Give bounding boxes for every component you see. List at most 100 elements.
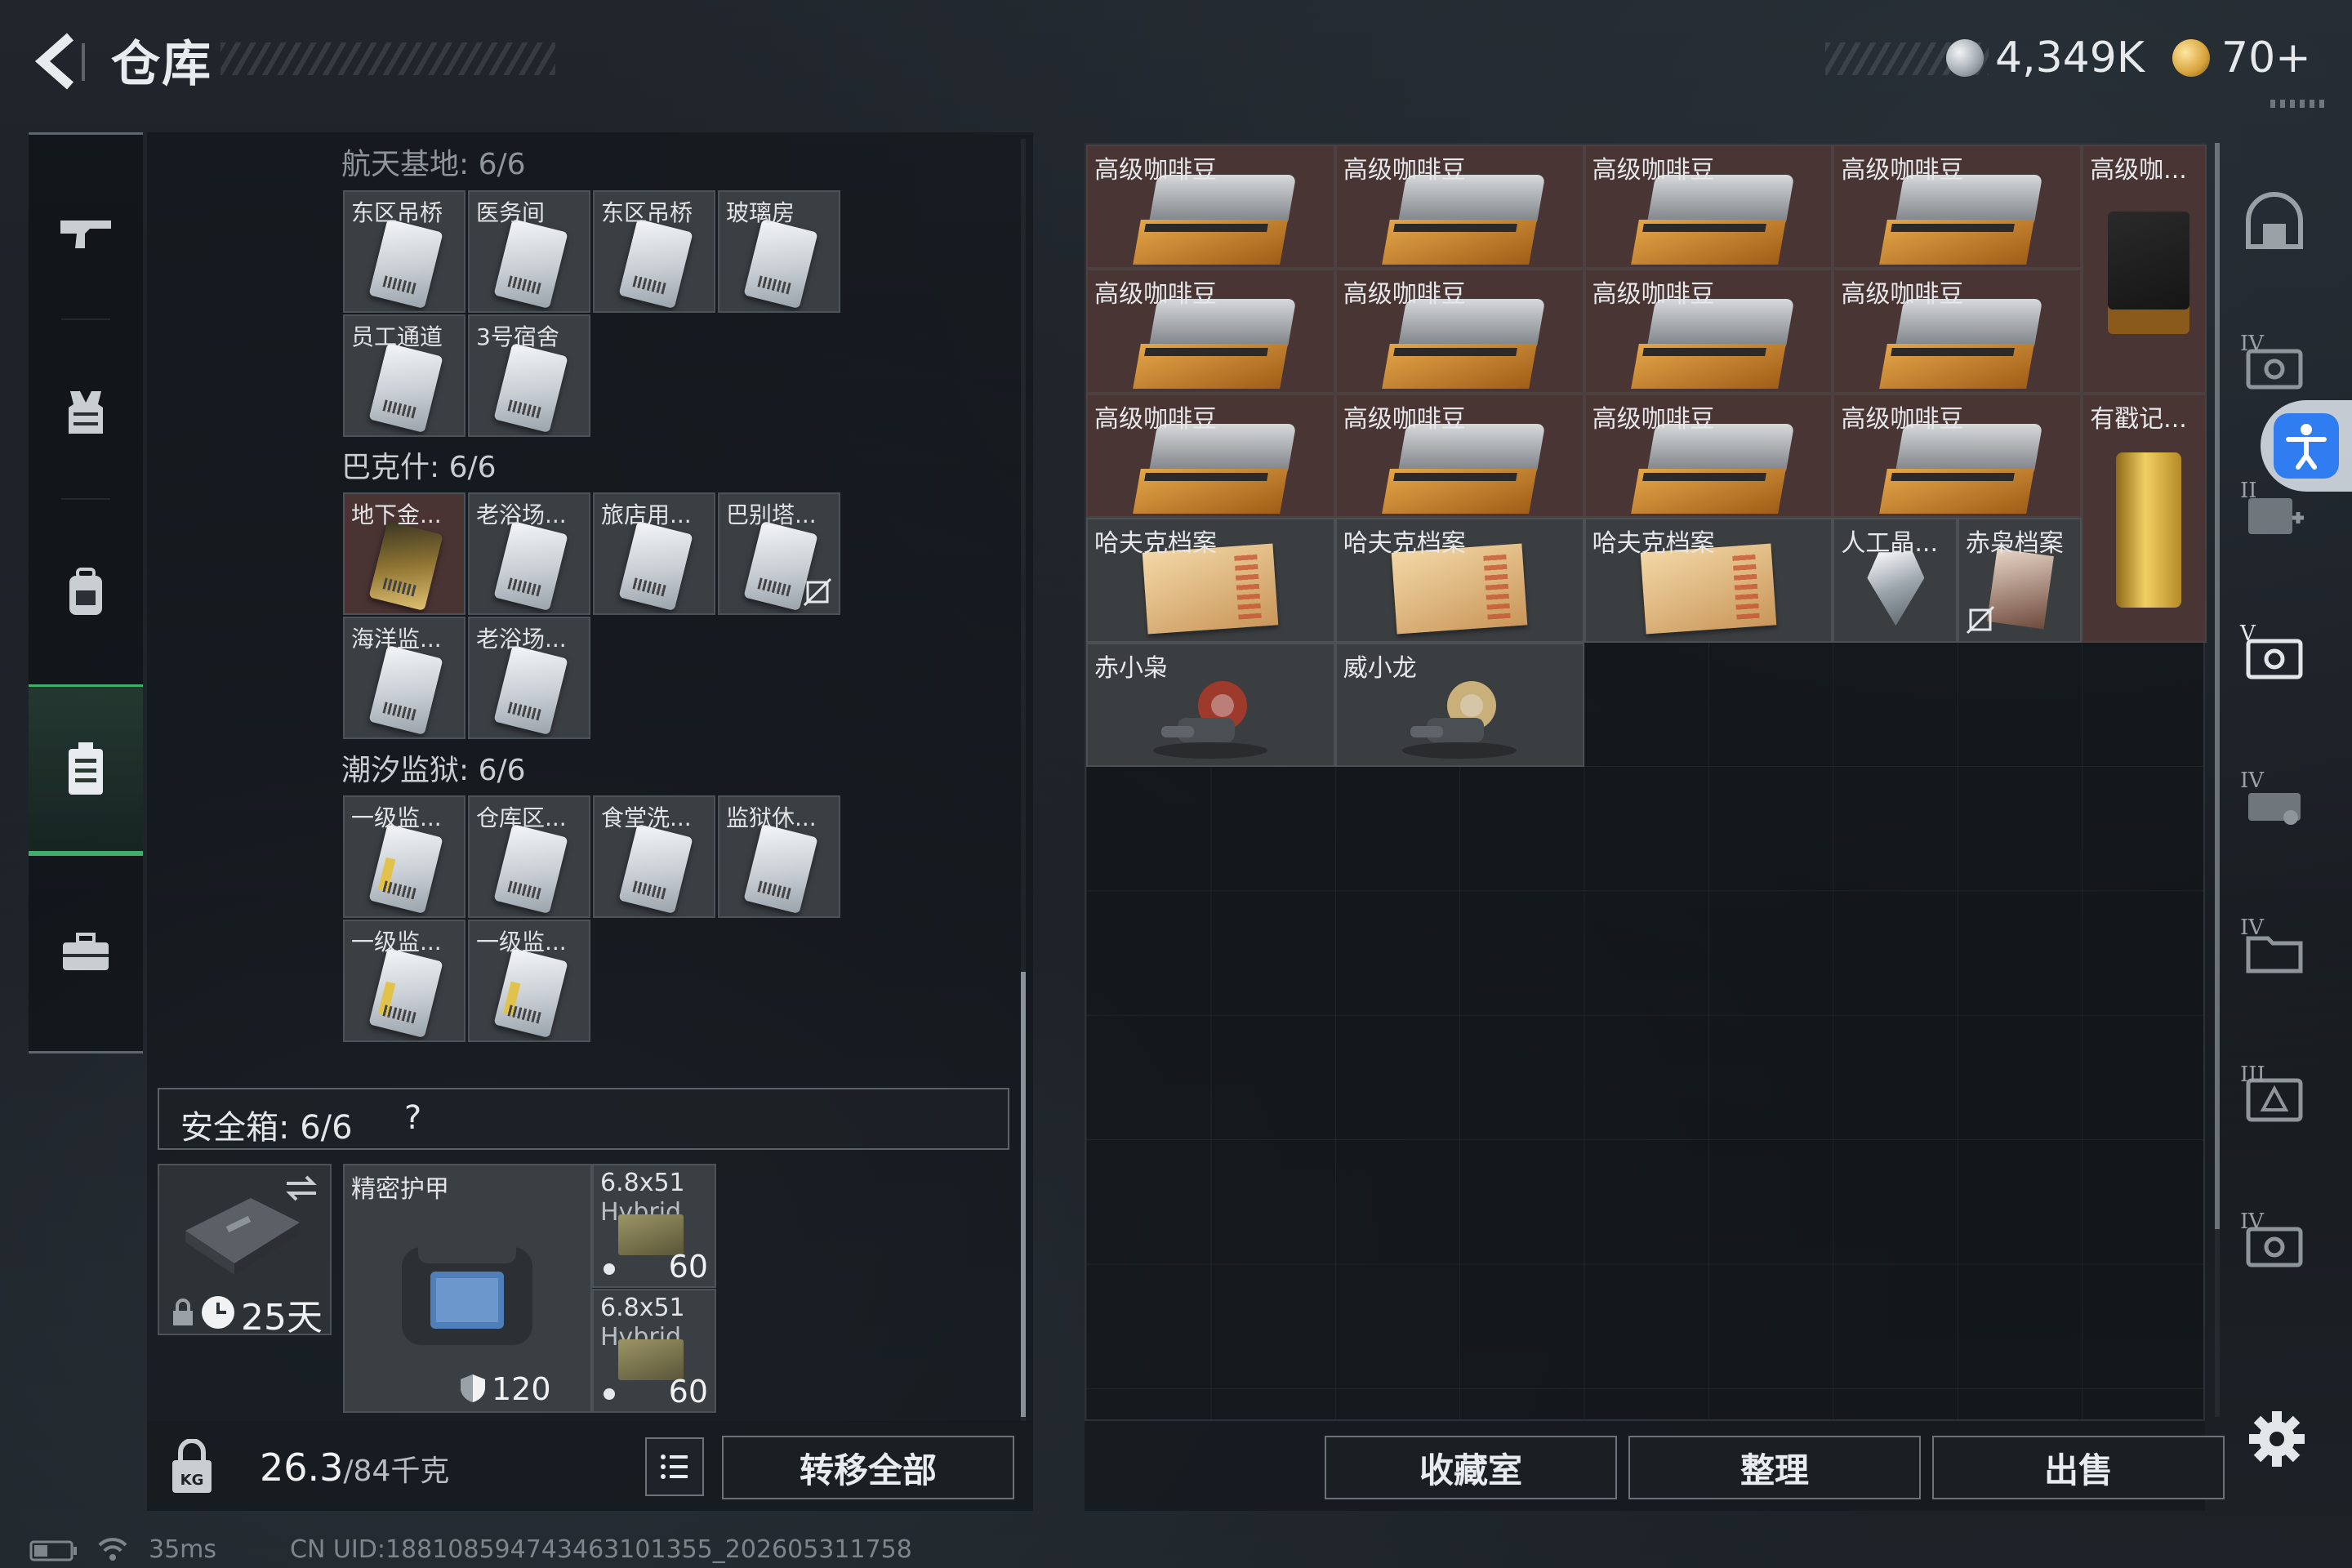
- sidebar-item-weapons[interactable]: [29, 147, 143, 318]
- sidebar-item-armor[interactable]: [29, 327, 143, 498]
- stash-item[interactable]: 哈夫克档案: [1334, 518, 1584, 643]
- stash-item-label: 高级咖啡豆: [1094, 280, 1217, 310]
- stash-filter-tier4-c[interactable]: IV: [2234, 911, 2315, 992]
- weight-lock-icon[interactable]: KG: [167, 1439, 216, 1496]
- stash-item[interactable]: 哈夫克档案: [1086, 518, 1335, 643]
- sell-button[interactable]: 出售: [1932, 1436, 2225, 1499]
- stash-filter-tier2[interactable]: II: [2234, 474, 2315, 555]
- stash-item[interactable]: 高级咖啡豆: [1584, 145, 1833, 270]
- ammo-slot[interactable]: 6.8x51 Hybrid 60: [592, 1289, 716, 1413]
- key-card-label: 东区吊桥: [601, 199, 693, 226]
- key-card-slot[interactable]: 东区吊桥: [343, 190, 466, 313]
- stash-item[interactable]: 高级咖啡豆: [1833, 145, 2082, 270]
- key-card-label: 海洋监...: [351, 626, 442, 653]
- armor-label: 精密护甲: [351, 1175, 449, 1204]
- keycard-icon: [618, 823, 693, 915]
- stash-item[interactable]: 高级咖啡豆: [1086, 145, 1335, 270]
- stash-item-label: 高级咖啡豆: [1841, 156, 1964, 185]
- sidebar-item-keys[interactable]: [29, 684, 143, 856]
- key-card-slot[interactable]: 一级监...: [468, 920, 590, 1042]
- weight-capacity: /84千克: [343, 1454, 450, 1488]
- key-card-slot[interactable]: 监狱休...: [718, 795, 840, 918]
- gold-currency[interactable]: 70+: [2172, 29, 2311, 87]
- key-card-slot[interactable]: 一级监...: [343, 920, 466, 1042]
- wifi-icon: [98, 1538, 127, 1561]
- keycard-icon: [743, 218, 818, 310]
- weight-current: 26.3: [260, 1446, 344, 1490]
- ammo-count: 60: [668, 1249, 708, 1285]
- stash-item[interactable]: 高级咖啡豆: [1584, 393, 1833, 519]
- sidebar-item-backpack[interactable]: [29, 506, 143, 678]
- stash-grid[interactable]: 高级咖啡豆 高级咖啡豆 高级咖啡豆 高级咖啡豆 高级咖... 高级咖啡豆 高级咖啡豆 高级咖啡…: [1085, 143, 2207, 1421]
- stash-filter-all[interactable]: [2234, 180, 2315, 261]
- key-card-slot[interactable]: 员工通道: [343, 314, 466, 437]
- stash-item[interactable]: 高级咖...: [2082, 145, 2207, 394]
- key-card-slot[interactable]: 老浴场...: [468, 492, 590, 615]
- keycard-icon: [618, 218, 693, 310]
- stash-item[interactable]: 高级咖啡豆: [1833, 393, 2082, 519]
- stash-item[interactable]: 高级咖啡豆: [1334, 269, 1584, 394]
- title-decoration: [220, 42, 555, 75]
- organize-button[interactable]: 整理: [1628, 1436, 1921, 1499]
- stash-filter-tier4-a[interactable]: IV: [2234, 327, 2315, 408]
- ammo-caliber: 6.8x51: [600, 1294, 685, 1322]
- silver-currency[interactable]: 4,349K: [1946, 29, 2145, 87]
- key-card-slot[interactable]: 巴别塔...: [718, 492, 840, 615]
- stash-filter-tier4-b[interactable]: IV: [2234, 764, 2315, 845]
- coffee-bag-icon: [1133, 299, 1297, 390]
- help-button[interactable]: ?: [404, 1099, 421, 1137]
- coffee-bag-icon: [1630, 423, 1794, 514]
- collection-room-button[interactable]: 收藏室: [1325, 1436, 1617, 1499]
- sidebar-item-toolbox[interactable]: [29, 866, 143, 1037]
- key-card-slot[interactable]: 老浴场...: [468, 617, 590, 739]
- stash-item[interactable]: 哈夫克档案: [1584, 518, 1833, 643]
- stash-item-label: 高级咖啡豆: [1841, 404, 1964, 434]
- stash-item[interactable]: 高级咖啡豆: [1334, 393, 1584, 519]
- tier-marker: III: [2240, 1062, 2265, 1087]
- key-card-slot[interactable]: 医务间: [468, 190, 590, 313]
- stash-item[interactable]: 高级咖啡豆: [1086, 269, 1335, 394]
- stash-item[interactable]: 人工晶...: [1833, 518, 1958, 643]
- stash-item[interactable]: 赤枭档案: [1957, 518, 2082, 643]
- keycard-icon: [368, 520, 443, 612]
- stash-item[interactable]: 高级咖啡豆: [1086, 393, 1335, 519]
- stash-item[interactable]: 高级咖啡豆: [1833, 269, 2082, 394]
- safe-case-slot[interactable]: 25天: [158, 1164, 332, 1339]
- key-card-slot[interactable]: 玻璃房: [718, 190, 840, 313]
- stash-scrollbar-thumb[interactable]: [2215, 143, 2220, 1229]
- user-uid: CN UID:188108594743463101355_20260531175…: [290, 1535, 912, 1564]
- ammo-slot[interactable]: 6.8x51 Hybrid 60: [592, 1164, 716, 1288]
- left-scrollbar-thumb[interactable]: [1021, 972, 1026, 1417]
- key-card-slot[interactable]: 东区吊桥: [593, 190, 715, 313]
- stash-item[interactable]: 有戳记...: [2082, 393, 2207, 643]
- top-right-decoration: [2270, 100, 2328, 108]
- ammo-caliber: 6.8x51: [600, 1169, 685, 1197]
- keycard-icon: [493, 218, 568, 310]
- back-button[interactable]: [24, 29, 90, 94]
- list-icon: [661, 1454, 688, 1479]
- key-card-slot[interactable]: 一级监...: [343, 795, 466, 918]
- key-card-slot[interactable]: 海洋监...: [343, 617, 466, 739]
- stash-filter-tier3[interactable]: III: [2234, 1058, 2315, 1139]
- stash-item[interactable]: 赤小枭: [1086, 642, 1335, 767]
- key-card-slot[interactable]: 地下金...: [343, 492, 466, 615]
- tier-marker: II: [2240, 479, 2257, 503]
- key-card-label: 一级监...: [351, 929, 442, 956]
- armor-item-slot[interactable]: 精密护甲 120: [343, 1164, 592, 1413]
- stash-item[interactable]: 高级咖啡豆: [1584, 269, 1833, 394]
- stash-item[interactable]: 威小龙: [1334, 642, 1584, 767]
- stash-filter-tier4-d[interactable]: IV: [2234, 1205, 2315, 1286]
- key-card-slot[interactable]: 仓库区...: [468, 795, 590, 918]
- stash-item-label: 威小龙: [1343, 653, 1417, 683]
- stash-item[interactable]: 高级咖啡豆: [1334, 145, 1584, 270]
- transfer-all-button[interactable]: 转移全部: [722, 1436, 1014, 1499]
- key-card-label: 老浴场...: [476, 626, 567, 653]
- sidebar-top-line: [29, 132, 143, 135]
- key-card-slot[interactable]: 旅店用...: [593, 492, 715, 615]
- stash-filter-tier5[interactable]: V: [2234, 617, 2315, 698]
- key-card-slot[interactable]: 食堂洗...: [593, 795, 715, 918]
- coffee-bag-icon: [1630, 175, 1794, 265]
- list-view-button[interactable]: [645, 1437, 704, 1496]
- key-card-slot[interactable]: 3号宿舍: [468, 314, 590, 437]
- settings-gear-icon[interactable]: [2244, 1406, 2310, 1472]
